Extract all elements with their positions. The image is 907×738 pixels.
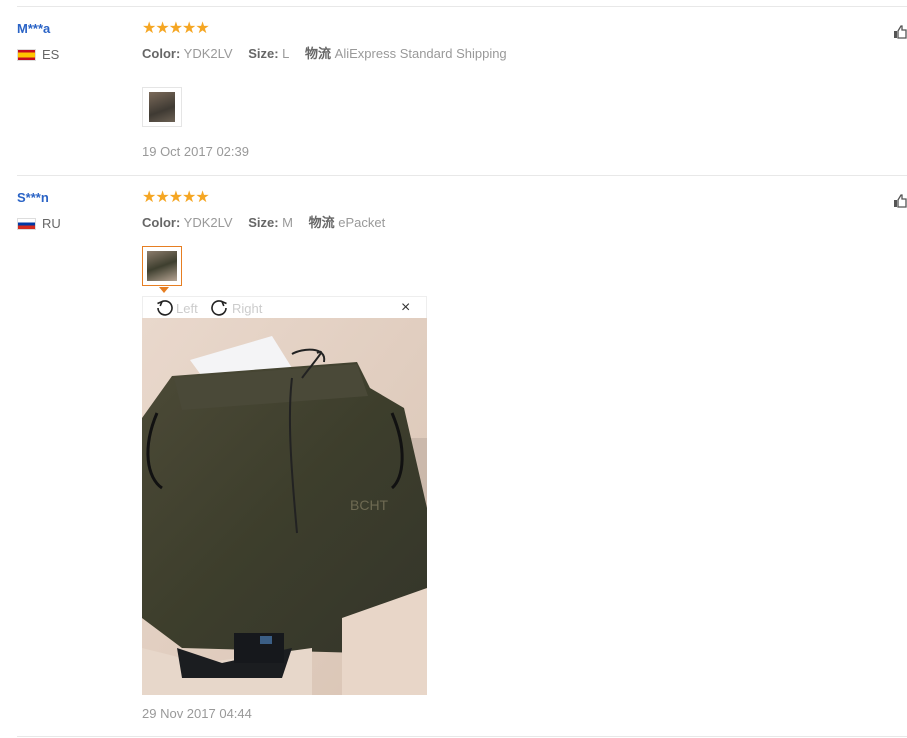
- shipping-value: AliExpress Standard Shipping: [334, 46, 507, 61]
- reviewer-country: RU: [17, 216, 61, 231]
- review-photo-large: BCHT: [142, 318, 427, 695]
- star-rating: ★★★★★: [142, 189, 210, 206]
- star-rating: ★★★★★: [142, 20, 210, 37]
- close-viewer-button[interactable]: ×: [401, 299, 410, 317]
- shipping-label: 物流: [308, 215, 335, 230]
- shipping-value: ePacket: [338, 215, 386, 230]
- shipping-label: 物流: [305, 46, 332, 61]
- size-label: Size:: [248, 215, 279, 230]
- divider: [17, 6, 907, 7]
- review-date: 19 Oct 2017 02:39: [142, 144, 249, 159]
- rotate-right-icon: [211, 300, 227, 316]
- size-value: L: [282, 46, 290, 61]
- review-date: 29 Nov 2017 04:44: [142, 706, 252, 721]
- country-code: RU: [42, 216, 61, 231]
- size-label: Size:: [248, 46, 279, 61]
- order-info: Color: YDK2LV Size: M 物流 ePacket: [142, 212, 385, 231]
- color-value: YDK2LV: [183, 215, 233, 230]
- color-label: Color:: [142, 215, 181, 230]
- color-value: YDK2LV: [183, 46, 233, 61]
- color-label: Color:: [142, 46, 181, 61]
- rotate-right-button[interactable]: Right: [210, 298, 262, 318]
- thumbs-up-icon[interactable]: [893, 25, 907, 39]
- shorts-print-text: BCHT: [350, 497, 389, 513]
- flag-es-icon: [17, 48, 36, 61]
- divider: [17, 175, 907, 176]
- shorts-photo-image: BCHT: [142, 318, 427, 695]
- reviewer-country: ES: [17, 47, 59, 62]
- reviewer-name[interactable]: M***a: [17, 21, 50, 36]
- reviewer-name[interactable]: S***n: [17, 190, 49, 205]
- selected-thumbnail-pointer: [159, 287, 169, 293]
- divider: [17, 736, 907, 737]
- review-photo-thumbnail[interactable]: [142, 87, 182, 127]
- thumbs-up-icon[interactable]: [893, 194, 907, 208]
- rotate-right-label: Right: [232, 300, 263, 316]
- country-code: ES: [42, 47, 60, 62]
- rotate-left-button[interactable]: Left: [154, 298, 198, 318]
- rotate-left-icon: [157, 300, 173, 316]
- order-info: Color: YDK2LV Size: L 物流 AliExpress Stan…: [142, 43, 507, 62]
- review-photo-thumbnail[interactable]: [142, 246, 182, 286]
- size-value: M: [282, 215, 294, 230]
- rotate-left-label: Left: [176, 300, 198, 316]
- flag-ru-icon: [17, 217, 36, 230]
